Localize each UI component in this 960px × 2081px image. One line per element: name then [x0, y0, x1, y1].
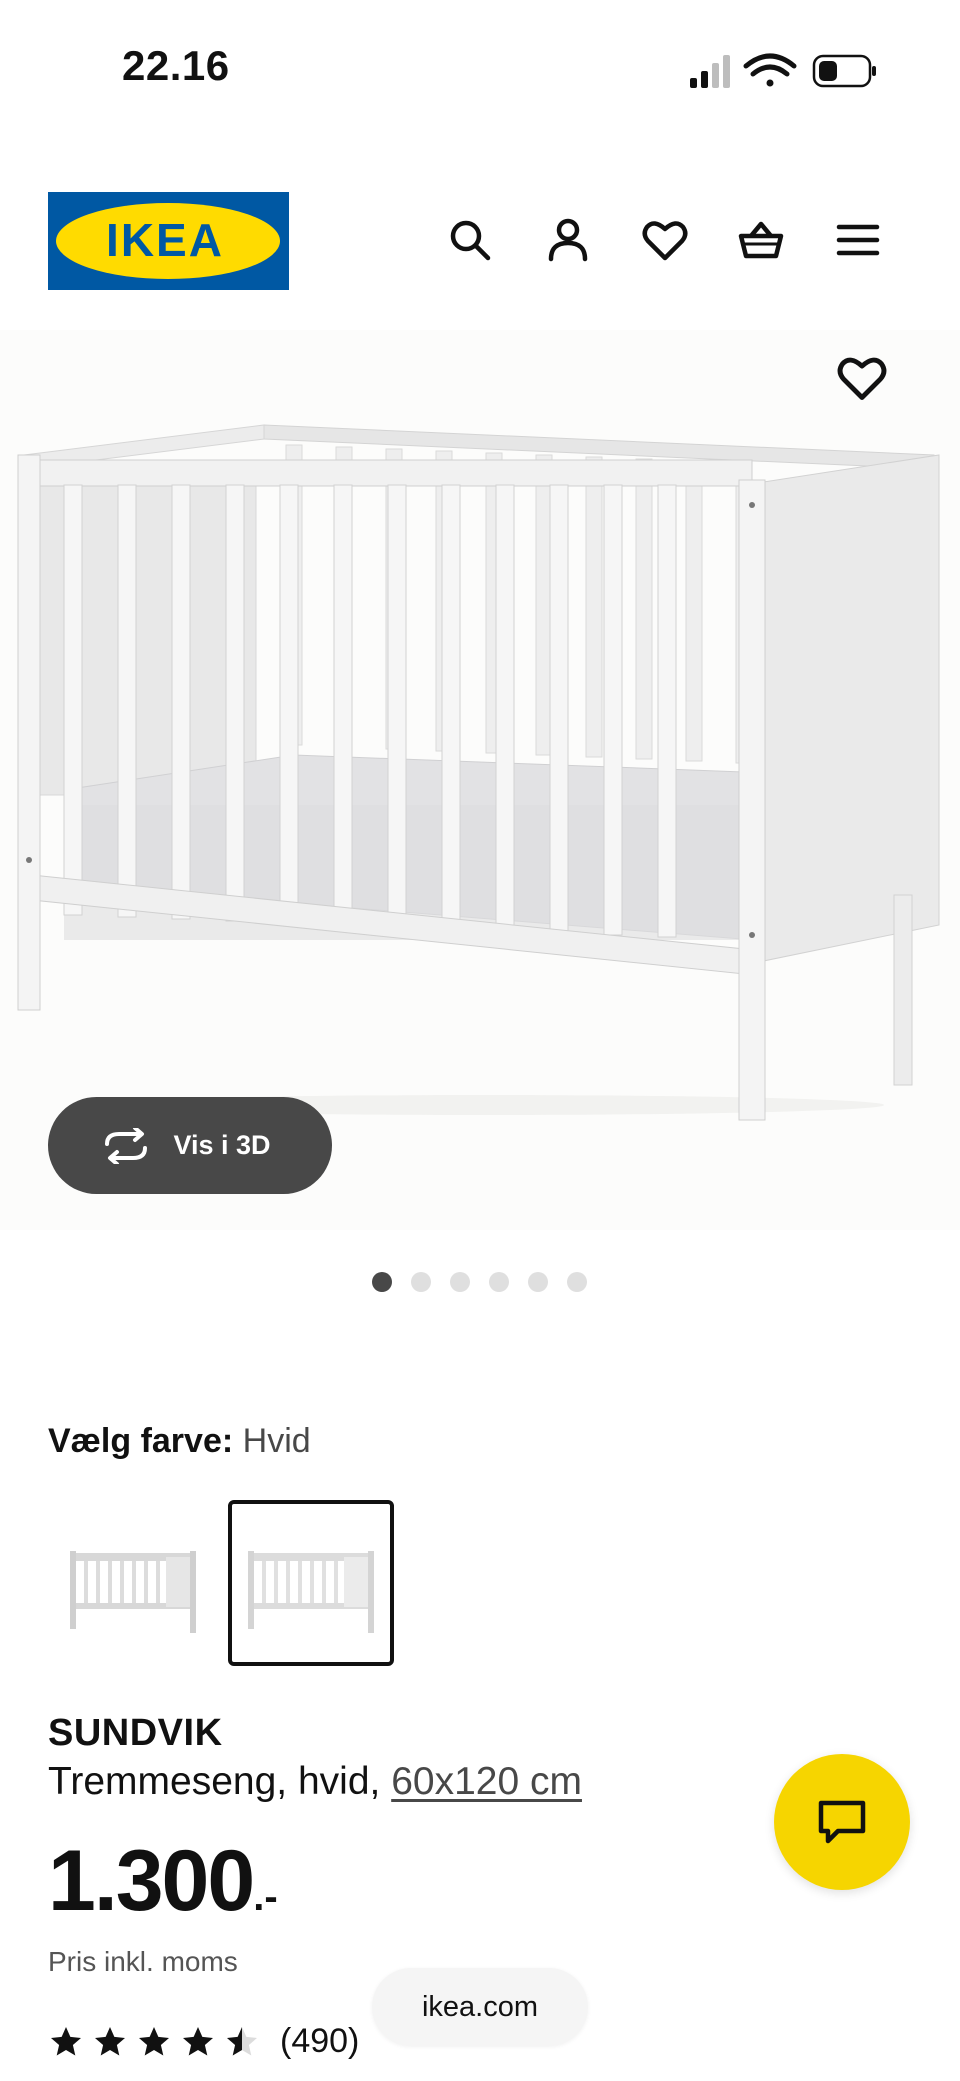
- account-icon[interactable]: [540, 212, 596, 268]
- product-description: Tremmeseng, hvid, 60x120 cm: [48, 1760, 582, 1804]
- star-full-icon: [139, 2027, 169, 2056]
- status-time: 22.16: [122, 42, 230, 89]
- crib-thumbnail-image: [248, 1551, 374, 1633]
- battery-icon: [812, 54, 876, 88]
- wifi-icon: [743, 53, 797, 87]
- review-count[interactable]: (490): [280, 2022, 359, 2061]
- gallery-dot[interactable]: [411, 1272, 431, 1292]
- browser-url-bar[interactable]: ikea.com: [372, 1968, 588, 2046]
- view-in-3d-label: Vis i 3D: [173, 1130, 271, 1160]
- gallery-dot[interactable]: [528, 1272, 548, 1292]
- add-to-favourites-button[interactable]: [836, 352, 888, 404]
- chat-icon: [818, 1800, 866, 1844]
- color-selected-value: Hvid: [242, 1422, 311, 1460]
- favourites-icon[interactable]: [637, 212, 693, 268]
- signal-icon: [690, 55, 730, 88]
- star-full-icon: [95, 2027, 125, 2056]
- menu-icon[interactable]: [830, 212, 886, 268]
- product-description-text: Tremmeseng, hvid,: [48, 1760, 381, 1803]
- color-picker-heading: Vælg farve: Hvid: [48, 1422, 311, 1461]
- star-full-icon: [183, 2027, 213, 2056]
- star-full-icon: [51, 2027, 81, 2056]
- color-option-thumbnail-selected[interactable]: [228, 1500, 394, 1666]
- price-value: 1.300: [48, 1833, 255, 1929]
- color-option-thumbnail[interactable]: [50, 1500, 216, 1666]
- search-icon[interactable]: [442, 212, 498, 268]
- product-name: SUNDVIK: [48, 1712, 223, 1754]
- status-icons: [690, 53, 876, 88]
- view-in-3d-button[interactable]: Vis i 3D: [48, 1097, 332, 1194]
- ikea-logo[interactable]: IKEA: [48, 192, 289, 290]
- price-suffix: .-: [253, 1875, 278, 1919]
- gallery-dot[interactable]: [372, 1272, 392, 1292]
- rating-stars[interactable]: [48, 2024, 260, 2060]
- gallery-dot[interactable]: [489, 1272, 509, 1292]
- gallery-dot[interactable]: [450, 1272, 470, 1292]
- star-half-icon: [227, 2027, 257, 2056]
- crib-thumbnail-image: [70, 1551, 196, 1633]
- basket-icon[interactable]: [733, 212, 789, 268]
- gallery-pagination[interactable]: [372, 1272, 587, 1292]
- vat-note: Pris inkl. moms: [48, 1946, 238, 1977]
- rotate-icon: [105, 1127, 148, 1164]
- gallery-dot[interactable]: [567, 1272, 587, 1292]
- logo-text: IKEA: [106, 214, 224, 266]
- color-label: Vælg farve:: [48, 1422, 234, 1460]
- chat-button[interactable]: [774, 1754, 910, 1890]
- product-size-link[interactable]: 60x120 cm: [391, 1760, 582, 1803]
- product-image-crib[interactable]: [14, 405, 944, 1125]
- heart-outline-icon: [837, 357, 887, 400]
- product-price: 1.300.-: [48, 1838, 278, 1924]
